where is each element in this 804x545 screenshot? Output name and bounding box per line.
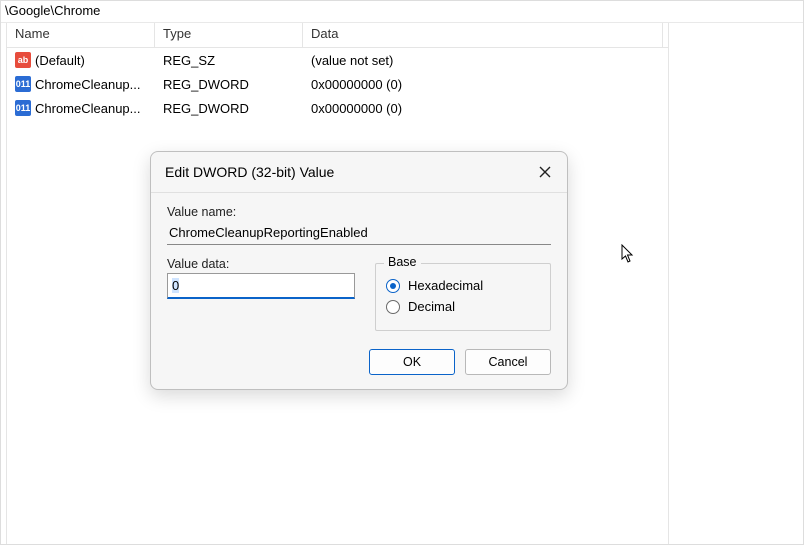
right-gutter <box>668 23 803 544</box>
close-icon[interactable] <box>535 162 555 182</box>
dialog-titlebar: Edit DWORD (32-bit) Value <box>151 152 567 193</box>
radio-hexadecimal[interactable]: Hexadecimal <box>386 278 540 293</box>
table-row[interactable]: ab (Default) REG_SZ (value not set) <box>7 48 668 72</box>
radio-decimal[interactable]: Decimal <box>386 299 540 314</box>
column-header-data[interactable]: Data <box>303 23 663 47</box>
radio-icon <box>386 300 400 314</box>
table-row[interactable]: 011 ChromeCleanup... REG_DWORD 0x0000000… <box>7 72 668 96</box>
edit-dword-dialog: Edit DWORD (32-bit) Value Value name: Ch… <box>150 151 568 390</box>
value-data-cell: 0x00000000 (0) <box>303 77 663 92</box>
registry-editor-window: \Google\Chrome Name Type Data ab (Defaul… <box>0 0 804 545</box>
registry-path: \Google\Chrome <box>1 1 803 23</box>
value-name-cell: ChromeCleanup... <box>35 101 141 116</box>
value-type-cell: REG_SZ <box>155 53 303 68</box>
dialog-body: Value name: ChromeCleanupReportingEnable… <box>151 193 567 389</box>
cancel-button[interactable]: Cancel <box>465 349 551 375</box>
base-legend: Base <box>384 255 421 269</box>
dword-value-icon: 011 <box>15 100 31 116</box>
value-name-label: Value name: <box>167 205 551 219</box>
value-data-cell: 0x00000000 (0) <box>303 101 663 116</box>
table-row[interactable]: 011 ChromeCleanup... REG_DWORD 0x0000000… <box>7 96 668 120</box>
radio-label: Decimal <box>408 299 455 314</box>
base-fieldset: Base Hexadecimal Decimal <box>375 263 551 331</box>
value-name-cell: ChromeCleanup... <box>35 77 141 92</box>
dialog-title: Edit DWORD (32-bit) Value <box>165 164 334 180</box>
value-name-field[interactable]: ChromeCleanupReportingEnabled <box>167 221 551 245</box>
radio-label: Hexadecimal <box>408 278 483 293</box>
list-header: Name Type Data <box>7 23 668 48</box>
value-rows: ab (Default) REG_SZ (value not set) 011 … <box>7 48 668 120</box>
radio-icon <box>386 279 400 293</box>
column-header-name[interactable]: Name <box>7 23 155 47</box>
value-data-label: Value data: <box>167 257 357 271</box>
value-data-cell: (value not set) <box>303 53 663 68</box>
ok-button[interactable]: OK <box>369 349 455 375</box>
value-name-cell: (Default) <box>35 53 85 68</box>
dword-value-icon: 011 <box>15 76 31 92</box>
value-data-input[interactable]: 0 <box>167 273 355 299</box>
value-type-cell: REG_DWORD <box>155 101 303 116</box>
value-type-cell: REG_DWORD <box>155 77 303 92</box>
string-value-icon: ab <box>15 52 31 68</box>
column-header-type[interactable]: Type <box>155 23 303 47</box>
